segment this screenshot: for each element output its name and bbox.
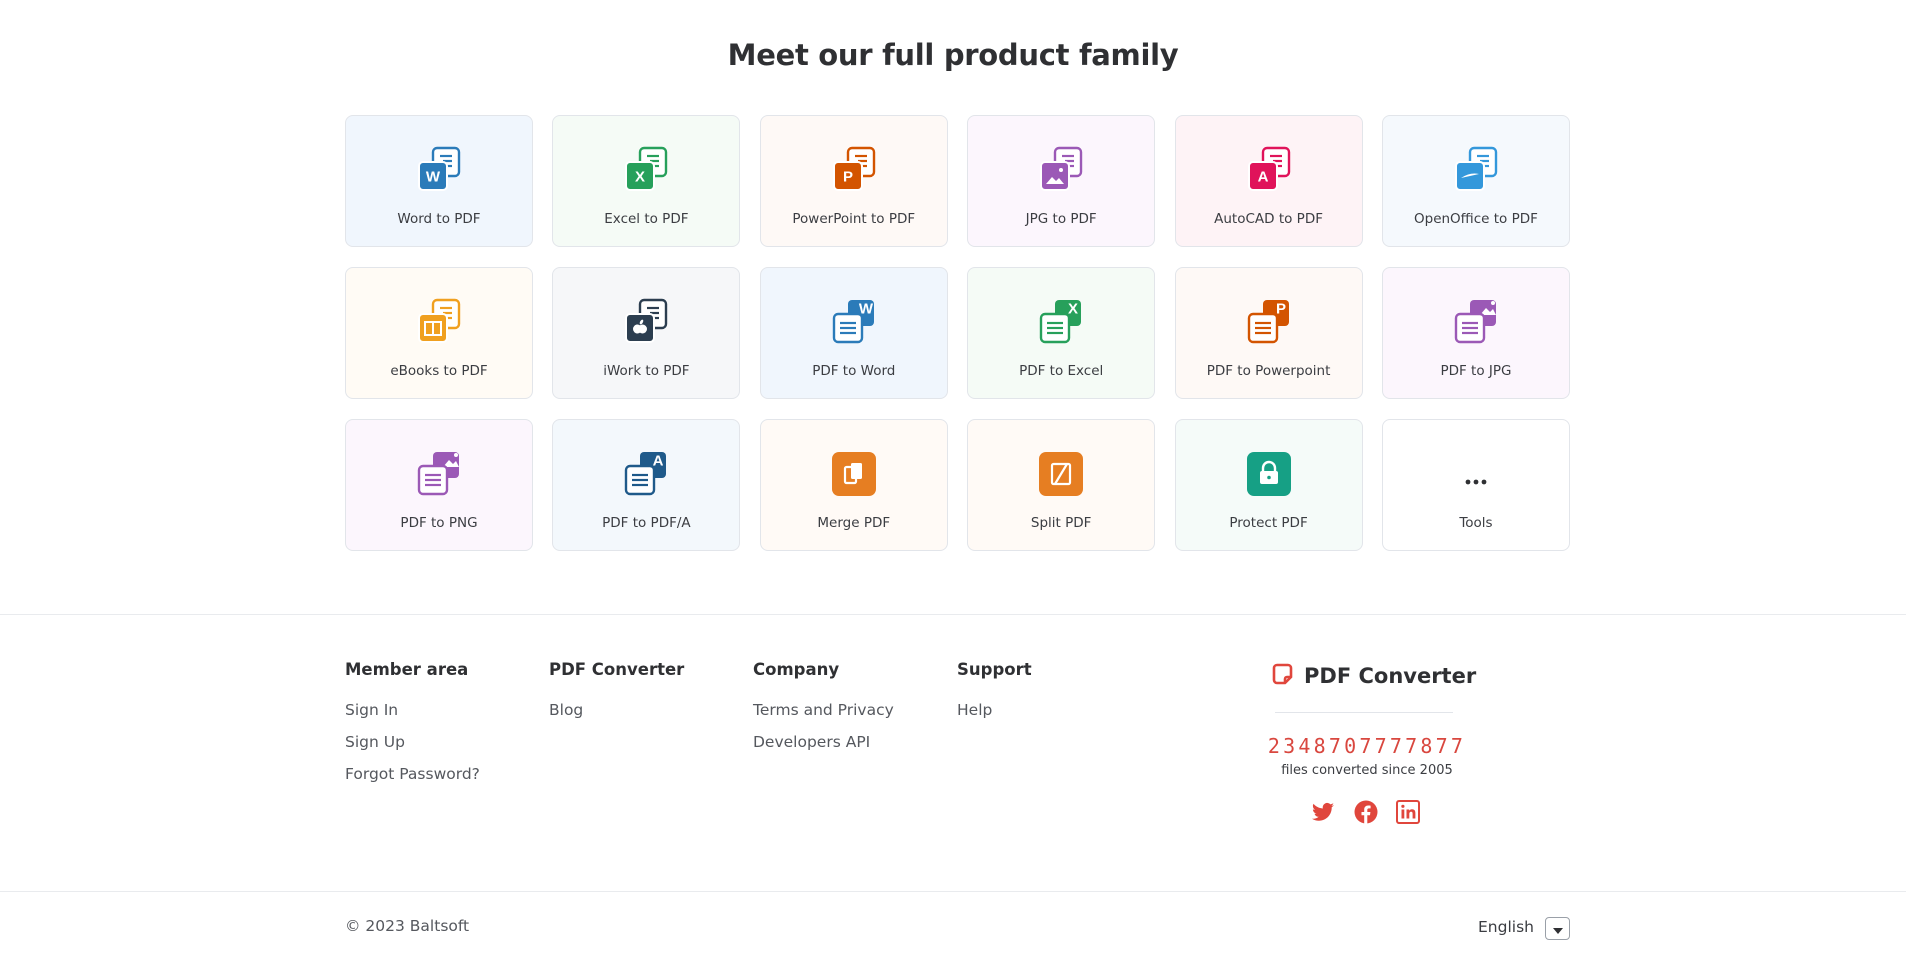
- word-to-pdf-icon: W: [415, 146, 463, 194]
- product-card[interactable]: X Excel to PDF: [552, 115, 741, 247]
- svg-text:P: P: [1276, 301, 1286, 318]
- footer-bottom-divider: [0, 891, 1906, 892]
- product-card[interactable]: Merge PDF: [759, 419, 948, 551]
- caret-down-icon: [1552, 919, 1563, 938]
- product-label: PDF to Word: [812, 363, 896, 379]
- iwork-to-pdf-icon: [622, 298, 670, 346]
- product-card[interactable]: A PDF to PDF/A: [552, 419, 741, 551]
- help-link[interactable]: Help: [957, 694, 1032, 726]
- product-card[interactable]: W Word to PDF: [345, 115, 533, 247]
- product-label: Protect PDF: [1229, 515, 1308, 531]
- svg-text:A: A: [1257, 169, 1268, 186]
- ebooks-to-pdf-icon: [415, 298, 463, 346]
- footer-column-company: Company Terms and Privacy Developers API: [753, 660, 894, 758]
- product-label: Tools: [1459, 515, 1493, 531]
- footer-column-support: Support Help: [957, 660, 1032, 726]
- product-card[interactable]: Split PDF: [967, 419, 1156, 551]
- footer-column-title: Member area: [345, 660, 469, 679]
- footer-column-pdf-converter: PDF Converter Blog: [549, 660, 684, 726]
- product-label: PowerPoint to PDF: [792, 211, 916, 227]
- svg-text:X: X: [635, 169, 645, 186]
- svg-text:P: P: [843, 169, 853, 186]
- footer-column-title: PDF Converter: [549, 660, 685, 679]
- product-card[interactable]: A AutoCAD to PDF: [1174, 115, 1363, 247]
- svg-text:W: W: [426, 169, 441, 186]
- product-label: PDF to PDF/A: [602, 515, 691, 531]
- product-label: Merge PDF: [817, 515, 891, 531]
- brand-name: PDF Converter: [1304, 664, 1477, 688]
- split-pdf-icon: [1037, 450, 1085, 498]
- merge-pdf-icon: [830, 450, 878, 498]
- product-card[interactable]: eBooks to PDF: [345, 267, 533, 399]
- product-label: Excel to PDF: [604, 211, 689, 227]
- product-label: iWork to PDF: [603, 363, 690, 379]
- terms-and-privacy-link[interactable]: Terms and Privacy: [753, 694, 894, 726]
- facebook-icon[interactable]: [1354, 800, 1378, 824]
- jpg-to-pdf-icon: [1037, 146, 1085, 194]
- svg-text:X: X: [1068, 301, 1078, 318]
- sign-up-link[interactable]: Sign Up: [345, 726, 480, 758]
- product-label: OpenOffice to PDF: [1414, 211, 1538, 227]
- product-card[interactable]: OpenOffice to PDF: [1381, 115, 1570, 247]
- product-card[interactable]: JPG to PDF: [967, 115, 1156, 247]
- protect-pdf-icon: [1245, 450, 1293, 498]
- linkedin-icon[interactable]: [1396, 800, 1420, 824]
- product-card[interactable]: Tools: [1381, 419, 1570, 551]
- powerpoint-to-pdf-icon: P: [830, 146, 878, 194]
- product-card[interactable]: X PDF to Excel: [967, 267, 1156, 399]
- language-label[interactable]: English: [1478, 918, 1534, 936]
- pdf-to-excel-icon: X: [1037, 298, 1085, 346]
- product-label: PDF to Powerpoint: [1206, 363, 1331, 379]
- product-card[interactable]: iWork to PDF: [552, 267, 741, 399]
- copyright-text: © 2023 Baltsoft: [345, 917, 470, 935]
- footer-top-divider: [0, 614, 1906, 615]
- product-label: PDF to Excel: [1019, 363, 1104, 379]
- blog-link[interactable]: Blog: [549, 694, 684, 726]
- product-label: Split PDF: [1030, 515, 1092, 531]
- product-family-title: Meet our full product family: [727, 38, 1179, 72]
- product-card[interactable]: P PowerPoint to PDF: [759, 115, 948, 247]
- pdf-to-png-icon: [415, 450, 463, 498]
- product-label: AutoCAD to PDF: [1214, 211, 1323, 227]
- product-label: PDF to JPG: [1440, 363, 1512, 379]
- autocad-to-pdf-icon: A: [1245, 146, 1293, 194]
- product-label: PDF to PNG: [400, 515, 478, 531]
- product-card[interactable]: PDF to PNG: [345, 419, 533, 551]
- product-card[interactable]: Protect PDF: [1174, 419, 1363, 551]
- svg-text:A: A: [653, 453, 664, 470]
- pdf-to-word-icon: W: [830, 298, 878, 346]
- product-card[interactable]: W PDF to Word: [759, 267, 948, 399]
- more-tools-icon: [1452, 450, 1500, 498]
- product-card[interactable]: P PDF to Powerpoint: [1174, 267, 1363, 399]
- footer-column-title: Company: [753, 660, 840, 679]
- product-grid: W Word to PDF X Excel to PDF P PowerPoint to …: [345, 115, 1570, 551]
- developers-api-link[interactable]: Developers API: [753, 726, 894, 758]
- sign-in-link[interactable]: Sign In: [345, 694, 480, 726]
- product-label: JPG to PDF: [1025, 211, 1097, 227]
- pdf-to-powerpoint-icon: P: [1245, 298, 1293, 346]
- product-label: Word to PDF: [397, 211, 481, 227]
- pdf-to-pdfa-icon: A: [622, 450, 670, 498]
- pdf-to-jpg-icon: [1452, 298, 1500, 346]
- footer-column-title: Support: [957, 660, 1032, 679]
- openoffice-to-pdf-icon: [1452, 146, 1500, 194]
- files-converted-counter: 2348707777877: [1267, 734, 1467, 758]
- footer-column-member-area: Member area Sign In Sign Up Forgot Passw…: [345, 660, 480, 790]
- files-converted-caption: files converted since 2005: [1281, 763, 1453, 778]
- brand-divider: [1275, 712, 1453, 713]
- language-dropdown-button[interactable]: [1545, 917, 1570, 940]
- footer-brand[interactable]: PDF Converter: [1272, 662, 1476, 690]
- forgot-password-link[interactable]: Forgot Password?: [345, 758, 480, 790]
- product-label: eBooks to PDF: [390, 363, 488, 379]
- excel-to-pdf-icon: X: [622, 146, 670, 194]
- twitter-icon[interactable]: [1311, 800, 1335, 824]
- pdf-converter-logo-icon: [1272, 662, 1296, 690]
- product-card[interactable]: PDF to JPG: [1381, 267, 1570, 399]
